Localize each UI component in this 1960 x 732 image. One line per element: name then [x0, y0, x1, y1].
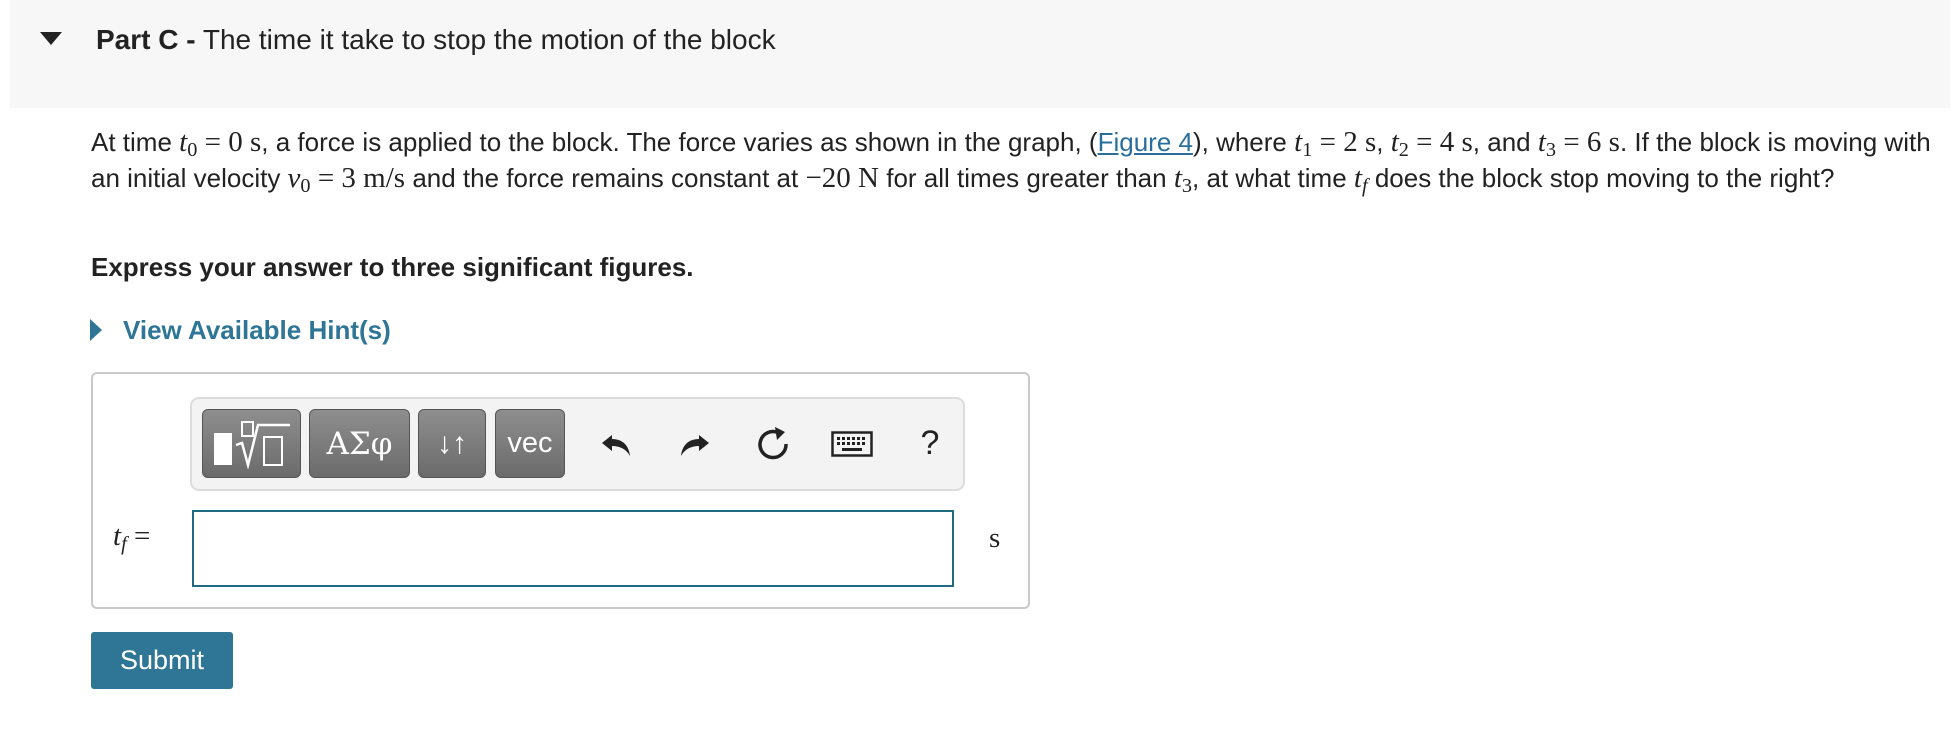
undo-button[interactable]: [587, 409, 647, 478]
math-t0-value: 0 s: [228, 126, 262, 158]
templates-button[interactable]: [202, 409, 301, 478]
redo-icon: [681, 434, 709, 456]
math-force: −20 N: [805, 162, 879, 194]
math-t1: t1 = 2 s: [1294, 126, 1377, 162]
answer-variable-subscript: f: [121, 533, 127, 556]
equals-sign: =: [133, 520, 151, 552]
arrows-button[interactable]: ↓↑: [418, 409, 486, 478]
answer-instruction: Express your answer to three significant…: [91, 252, 694, 282]
question-text-segment: , at what time: [1192, 163, 1347, 193]
part-title-text: The time it take to stop the motion of t…: [202, 24, 776, 55]
math-t1-value: 2 s: [1343, 126, 1377, 158]
view-hints-label: View Available Hint(s): [123, 314, 391, 345]
answer-variable-label: tf =: [113, 520, 183, 556]
part-label: Part C -: [96, 24, 196, 55]
reset-icon: [758, 426, 788, 459]
question-text-segment: does the block stop moving to the right?: [1374, 163, 1835, 193]
undo-icon: [602, 434, 630, 456]
view-hints-toggle[interactable]: View Available Hint(s): [90, 312, 391, 348]
collapse-caret-icon[interactable]: [40, 32, 62, 45]
question-text: At time t0 = 0 s, a force is applied to …: [91, 126, 1931, 198]
math-t3-value: 6 s: [1586, 126, 1620, 158]
greek-symbols-button[interactable]: ΑΣφ: [309, 409, 410, 478]
math-toolbar: ΑΣφ ↓↑ vec ?: [190, 397, 965, 491]
answer-box: ΑΣφ ↓↑ vec ? tf = s: [91, 372, 1030, 609]
question-text-segment: , a force is applied to the block. The f…: [261, 127, 1098, 157]
question-text-segment: for all times greater than: [886, 163, 1167, 193]
answer-input[interactable]: [192, 510, 954, 587]
redo-button[interactable]: [664, 409, 724, 478]
question-text-segment: ), where: [1192, 127, 1287, 157]
math-t2-value: 4 s: [1439, 126, 1473, 158]
submit-button[interactable]: Submit: [91, 632, 233, 689]
question-text-segment: , and: [1472, 127, 1531, 157]
part-title: Part C - The time it take to stop the mo…: [96, 24, 776, 56]
math-t3: t3 = 6 s: [1537, 126, 1620, 162]
answer-variable: t: [113, 520, 122, 552]
math-t0: t0 = 0 s: [179, 126, 262, 162]
templates-icon: [213, 420, 290, 469]
math-t3-ref: t3: [1173, 162, 1193, 198]
answer-unit: s: [989, 522, 1001, 554]
figure-4-link[interactable]: Figure 4: [1098, 127, 1193, 157]
math-tf: tf: [1353, 162, 1368, 198]
keyboard-button[interactable]: [822, 409, 882, 478]
reset-button[interactable]: [743, 409, 803, 478]
math-v0-value: 3 m/s: [341, 162, 406, 194]
part-header: Part C - The time it take to stop the mo…: [10, 0, 1950, 108]
question-text-segment: and the force remains constant at: [412, 163, 799, 193]
question-text-segment: At time: [91, 127, 172, 157]
math-t2: t2 = 4 s: [1390, 126, 1473, 162]
keyboard-icon: [831, 430, 873, 457]
math-v0: v0 = 3 m/s: [287, 162, 406, 198]
vector-button[interactable]: vec: [495, 409, 565, 478]
help-button[interactable]: ?: [900, 409, 960, 478]
expand-caret-icon: [90, 319, 102, 341]
